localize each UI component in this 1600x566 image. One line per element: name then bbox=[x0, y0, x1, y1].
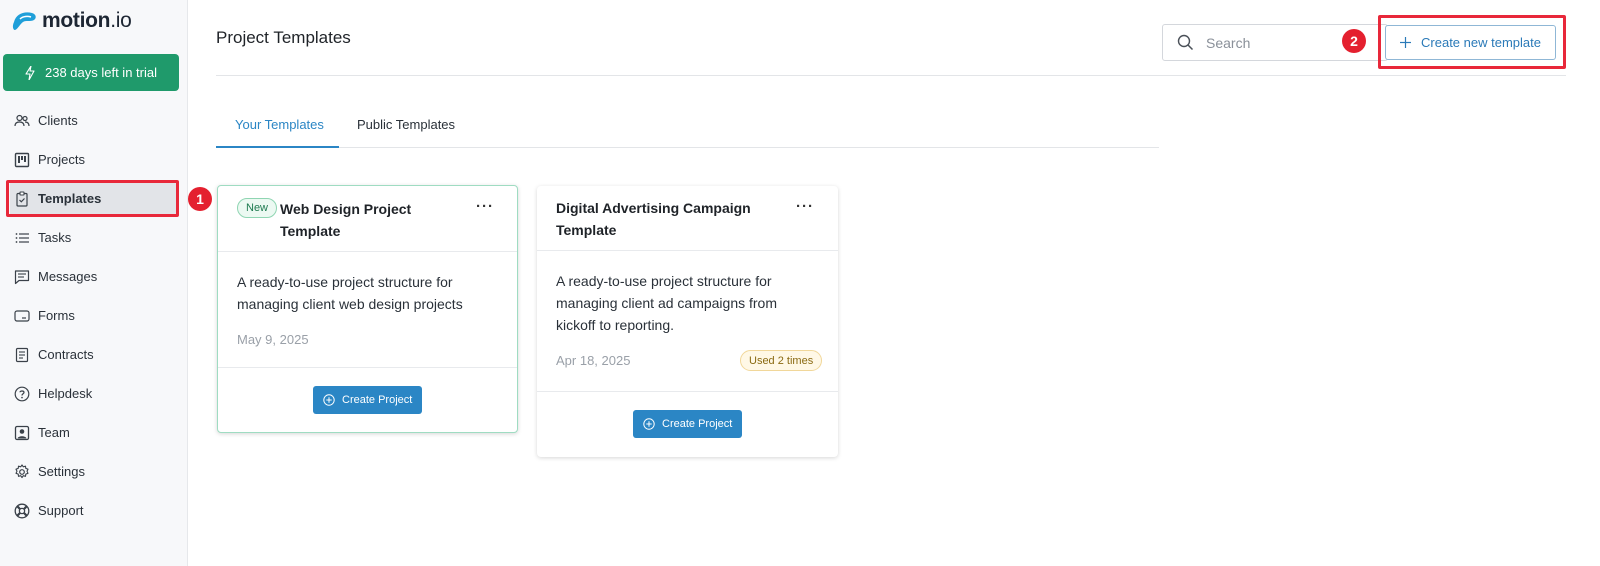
header-divider bbox=[216, 75, 1566, 76]
template-card-digital-advertising[interactable]: Digital Advertising Campaign Template ··… bbox=[537, 186, 838, 457]
card-date: May 9, 2025 bbox=[237, 332, 309, 347]
search-icon bbox=[1177, 34, 1194, 51]
form-icon bbox=[14, 309, 30, 322]
more-options-icon[interactable]: ··· bbox=[476, 198, 494, 215]
sidebar-item-tasks[interactable]: Tasks bbox=[0, 218, 188, 257]
new-badge: New bbox=[237, 198, 278, 218]
more-options-icon[interactable]: ··· bbox=[796, 198, 814, 215]
tab-label: Your Templates bbox=[235, 117, 324, 132]
create-project-button[interactable]: Create Project bbox=[313, 386, 423, 414]
create-project-label: Create Project bbox=[662, 418, 733, 430]
help-circle-icon bbox=[14, 386, 30, 401]
sidebar-nav: Clients Projects Templates Tasks Message… bbox=[0, 101, 188, 530]
sidebar-item-helpdesk[interactable]: Helpdesk bbox=[0, 374, 188, 413]
document-icon bbox=[15, 347, 29, 362]
tab-public-templates[interactable]: Public Templates bbox=[357, 104, 455, 148]
plus-circle-icon bbox=[643, 418, 655, 430]
trial-label: 238 days left in trial bbox=[44, 65, 157, 80]
usage-badge: Used 2 times bbox=[740, 350, 823, 371]
sidebar-item-label: Tasks bbox=[38, 230, 72, 245]
card-divider bbox=[218, 367, 517, 368]
sidebar-item-label: Helpdesk bbox=[38, 386, 93, 401]
sidebar-item-projects[interactable]: Projects bbox=[0, 140, 188, 179]
annotation-step-2: 2 bbox=[1342, 29, 1366, 53]
sidebar-item-label: Projects bbox=[38, 152, 85, 167]
users-icon bbox=[14, 114, 30, 126]
template-card-web-design[interactable]: New Web Design Project Template ··· A re… bbox=[217, 185, 518, 433]
sidebar-item-clients[interactable]: Clients bbox=[0, 101, 188, 140]
sidebar-item-label: Messages bbox=[38, 269, 98, 284]
sidebar-item-label: Settings bbox=[38, 464, 85, 479]
logo-text: motion.io bbox=[42, 9, 132, 32]
sidebar-item-team[interactable]: Team bbox=[0, 413, 188, 452]
gear-icon bbox=[15, 463, 29, 478]
create-project-button[interactable]: Create Project bbox=[633, 410, 743, 438]
create-project-label: Create Project bbox=[342, 394, 413, 406]
sidebar: motion.io 238 days left in trial Clients… bbox=[0, 0, 188, 566]
create-new-template-label: Create new template bbox=[1421, 35, 1541, 50]
card-title: Web Design Project Template bbox=[280, 201, 412, 239]
person-badge-icon bbox=[14, 425, 30, 440]
search-input[interactable] bbox=[1206, 34, 1346, 51]
card-description: A ready-to-use project structure for man… bbox=[237, 274, 463, 312]
annotation-step-1: 1 bbox=[188, 187, 212, 211]
card-title: Digital Advertising Campaign Template bbox=[556, 200, 751, 238]
lifebuoy-icon bbox=[14, 503, 30, 518]
sidebar-item-label: Contracts bbox=[38, 347, 94, 362]
template-tabs: Your Templates Public Templates bbox=[216, 104, 1159, 148]
sidebar-item-settings[interactable]: Settings bbox=[0, 452, 188, 491]
card-divider bbox=[537, 391, 838, 392]
plus-circle-icon bbox=[323, 394, 335, 406]
tab-label: Public Templates bbox=[357, 117, 456, 132]
sidebar-item-label: Support bbox=[38, 503, 84, 518]
list-icon bbox=[15, 232, 29, 243]
plus-icon bbox=[1400, 37, 1412, 48]
sidebar-item-label: Forms bbox=[38, 308, 75, 323]
tab-your-templates[interactable]: Your Templates bbox=[216, 104, 339, 148]
clipboard-check-icon bbox=[16, 190, 28, 207]
card-description: A ready-to-use project structure for man… bbox=[556, 273, 778, 333]
lightning-icon bbox=[25, 65, 35, 80]
kanban-icon bbox=[14, 152, 30, 167]
sidebar-item-messages[interactable]: Messages bbox=[0, 257, 188, 296]
card-date: Apr 18, 2025 bbox=[556, 353, 631, 368]
trial-days-button[interactable]: 238 days left in trial bbox=[3, 54, 179, 91]
message-icon bbox=[14, 269, 30, 284]
sidebar-item-label: Clients bbox=[38, 113, 78, 128]
create-new-template-button[interactable]: Create new template bbox=[1385, 25, 1556, 60]
card-header: Digital Advertising Campaign Template ··… bbox=[537, 186, 838, 251]
sidebar-item-templates[interactable]: Templates bbox=[10, 182, 178, 215]
card-header: New Web Design Project Template ··· bbox=[218, 186, 517, 252]
logo[interactable]: motion.io bbox=[12, 8, 132, 34]
sidebar-item-support[interactable]: Support bbox=[0, 491, 188, 530]
motion-logo-icon bbox=[12, 12, 36, 30]
sidebar-item-contracts[interactable]: Contracts bbox=[0, 335, 188, 374]
sidebar-item-label: Team bbox=[38, 425, 70, 440]
sidebar-item-forms[interactable]: Forms bbox=[0, 296, 188, 335]
sidebar-item-label: Templates bbox=[38, 191, 102, 206]
page-title: Project Templates bbox=[216, 28, 351, 47]
